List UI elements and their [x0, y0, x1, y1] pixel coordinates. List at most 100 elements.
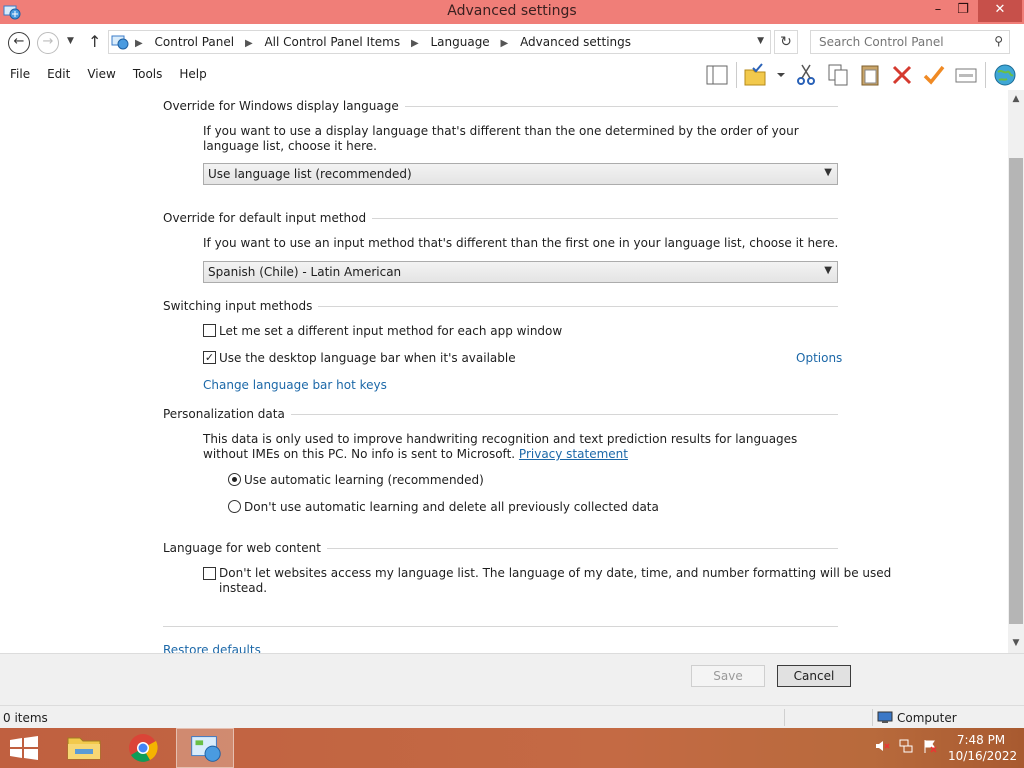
address-bar[interactable]: ▶ Control Panel ▶ All Control Panel Item… [108, 30, 771, 54]
scroll-up-icon[interactable]: ▲ [1008, 94, 1024, 104]
per-app-input-checkbox[interactable] [203, 324, 216, 337]
minimize-button[interactable]: – [928, 0, 948, 22]
chrome-icon[interactable] [115, 728, 171, 768]
save-button[interactable]: Save [691, 665, 765, 687]
properties-icon[interactable] [953, 62, 979, 88]
display-language-heading: Override for Windows display language [163, 99, 405, 113]
web-language-list-label[interactable]: Don't let websites access my language li… [219, 566, 891, 580]
breadcrumb-separator-icon[interactable]: ▶ [411, 38, 419, 49]
menu-bar: File Edit View Tools Help [0, 60, 1024, 90]
cut-icon[interactable] [793, 62, 819, 88]
forward-button[interactable]: → [37, 32, 59, 54]
status-bar: 0 items Computer [0, 705, 1024, 728]
window-title: Advanced settings [447, 3, 577, 19]
clock-date: 10/16/2022 [948, 749, 1018, 763]
item-count: 0 items [3, 711, 48, 725]
input-method-selected: Spanish (Chile) - Latin American [208, 265, 402, 279]
search-input[interactable] [811, 31, 981, 53]
breadcrumb-control-panel[interactable]: Control Panel [155, 35, 235, 49]
control-panel-task-icon[interactable] [176, 728, 234, 768]
action-center-flag-icon[interactable] [922, 738, 938, 754]
input-method-select[interactable]: Spanish (Chile) - Latin American ▼ [203, 261, 838, 283]
delete-icon[interactable] [889, 62, 915, 88]
toolbar [704, 62, 1024, 88]
taskbar: 7:48 PM 10/16/2022 [0, 728, 1024, 768]
location-label: Computer [897, 711, 957, 725]
menu-tools[interactable]: Tools [133, 67, 171, 81]
scroll-down-icon[interactable]: ▼ [1008, 638, 1024, 648]
toolbar-divider [736, 62, 737, 88]
breadcrumb-all-items[interactable]: All Control Panel Items [264, 35, 400, 49]
per-app-input-label[interactable]: Let me set a different input method for … [219, 324, 562, 338]
network-icon[interactable] [898, 738, 914, 754]
close-button[interactable]: ✕ [978, 0, 1022, 22]
status-divider [872, 709, 873, 726]
address-row: ← → ▼ ↑ ▶ Control Panel ▶ All Control Pa… [0, 24, 1024, 60]
clock[interactable]: 7:48 PM 10/16/2022 [948, 732, 1018, 764]
status-divider [784, 709, 785, 726]
menu-help[interactable]: Help [179, 67, 214, 81]
search-box[interactable]: ⚲ [810, 30, 1010, 54]
personalization-heading: Personalization data [163, 407, 291, 421]
address-dropdown-icon[interactable]: ▼ [757, 36, 764, 46]
breadcrumb-separator-icon[interactable]: ▶ [135, 38, 143, 49]
no-automatic-learning-radio[interactable] [228, 500, 241, 513]
file-explorer-icon[interactable] [56, 728, 112, 768]
language-bar-checkbox[interactable]: ✓ [203, 351, 216, 364]
display-language-selected: Use language list (recommended) [208, 167, 412, 181]
volume-muted-icon[interactable] [874, 738, 890, 754]
menu-view[interactable]: View [87, 67, 123, 81]
breadcrumb-advanced-settings[interactable]: Advanced settings [520, 35, 631, 49]
privacy-statement-link[interactable]: Privacy statement [519, 447, 628, 461]
control-panel-icon [111, 35, 129, 50]
dropdown-arrow-icon[interactable] [775, 62, 787, 88]
refresh-button[interactable]: ↻ [774, 30, 798, 54]
no-automatic-learning-label[interactable]: Don't use automatic learning and delete … [244, 500, 659, 514]
paste-icon[interactable] [857, 62, 883, 88]
scrollbar-thumb[interactable] [1009, 158, 1023, 624]
windows-start-icon[interactable] [0, 728, 56, 768]
recent-locations-icon[interactable]: ▼ [67, 36, 74, 46]
vertical-scrollbar[interactable]: ▲ ▼ [1008, 90, 1024, 653]
up-arrow-icon[interactable]: ↑ [88, 32, 101, 51]
toolbar-divider [985, 62, 986, 88]
breadcrumb-separator-icon[interactable]: ▶ [245, 38, 253, 49]
maximize-button[interactable]: ❐ [953, 0, 973, 22]
personalization-text: This data is only used to improve handwr… [203, 432, 798, 461]
automatic-learning-label[interactable]: Use automatic learning (recommended) [244, 473, 484, 487]
folder-check-icon[interactable] [743, 62, 769, 88]
clock-time: 7:48 PM [956, 733, 1006, 747]
restore-defaults-link[interactable]: Restore defaults [163, 643, 261, 653]
automatic-learning-radio[interactable] [228, 473, 241, 486]
computer-icon [877, 711, 893, 723]
breadcrumb-language[interactable]: Language [430, 35, 489, 49]
menu-edit[interactable]: Edit [47, 67, 78, 81]
web-language-list-label-continued[interactable]: instead. [219, 581, 267, 595]
web-content-heading: Language for web content [163, 541, 327, 555]
chevron-down-icon: ▼ [824, 265, 832, 276]
breadcrumb: ▶ Control Panel ▶ All Control Panel Item… [133, 35, 636, 49]
dialog-button-bar: Save Cancel [0, 653, 1024, 705]
section-divider [163, 626, 838, 627]
layout-icon[interactable] [704, 62, 730, 88]
chevron-down-icon: ▼ [824, 167, 832, 178]
hotkeys-link[interactable]: Change language bar hot keys [203, 378, 387, 392]
display-language-select[interactable]: Use language list (recommended) ▼ [203, 163, 838, 185]
search-icon[interactable]: ⚲ [994, 34, 1003, 48]
globe-icon[interactable] [992, 62, 1018, 88]
personalization-description: This data is only used to improve handwr… [203, 432, 843, 462]
display-language-description: If you want to use a display language th… [203, 124, 799, 153]
check-icon[interactable] [921, 62, 947, 88]
language-bar-options-link[interactable]: Options [796, 351, 842, 365]
breadcrumb-separator-icon[interactable]: ▶ [501, 38, 509, 49]
language-bar-label[interactable]: Use the desktop language bar when it's a… [219, 351, 516, 365]
settings-content: Override for Windows display language If… [0, 90, 1008, 653]
back-button[interactable]: ← [8, 32, 30, 54]
cancel-button[interactable]: Cancel [777, 665, 851, 687]
input-method-description: If you want to use an input method that'… [203, 236, 839, 250]
web-language-list-checkbox[interactable] [203, 567, 216, 580]
menu-file[interactable]: File [10, 67, 38, 81]
copy-icon[interactable] [825, 62, 851, 88]
title-bar: Advanced settings – ❐ ✕ [0, 0, 1024, 24]
input-method-heading: Override for default input method [163, 211, 373, 225]
